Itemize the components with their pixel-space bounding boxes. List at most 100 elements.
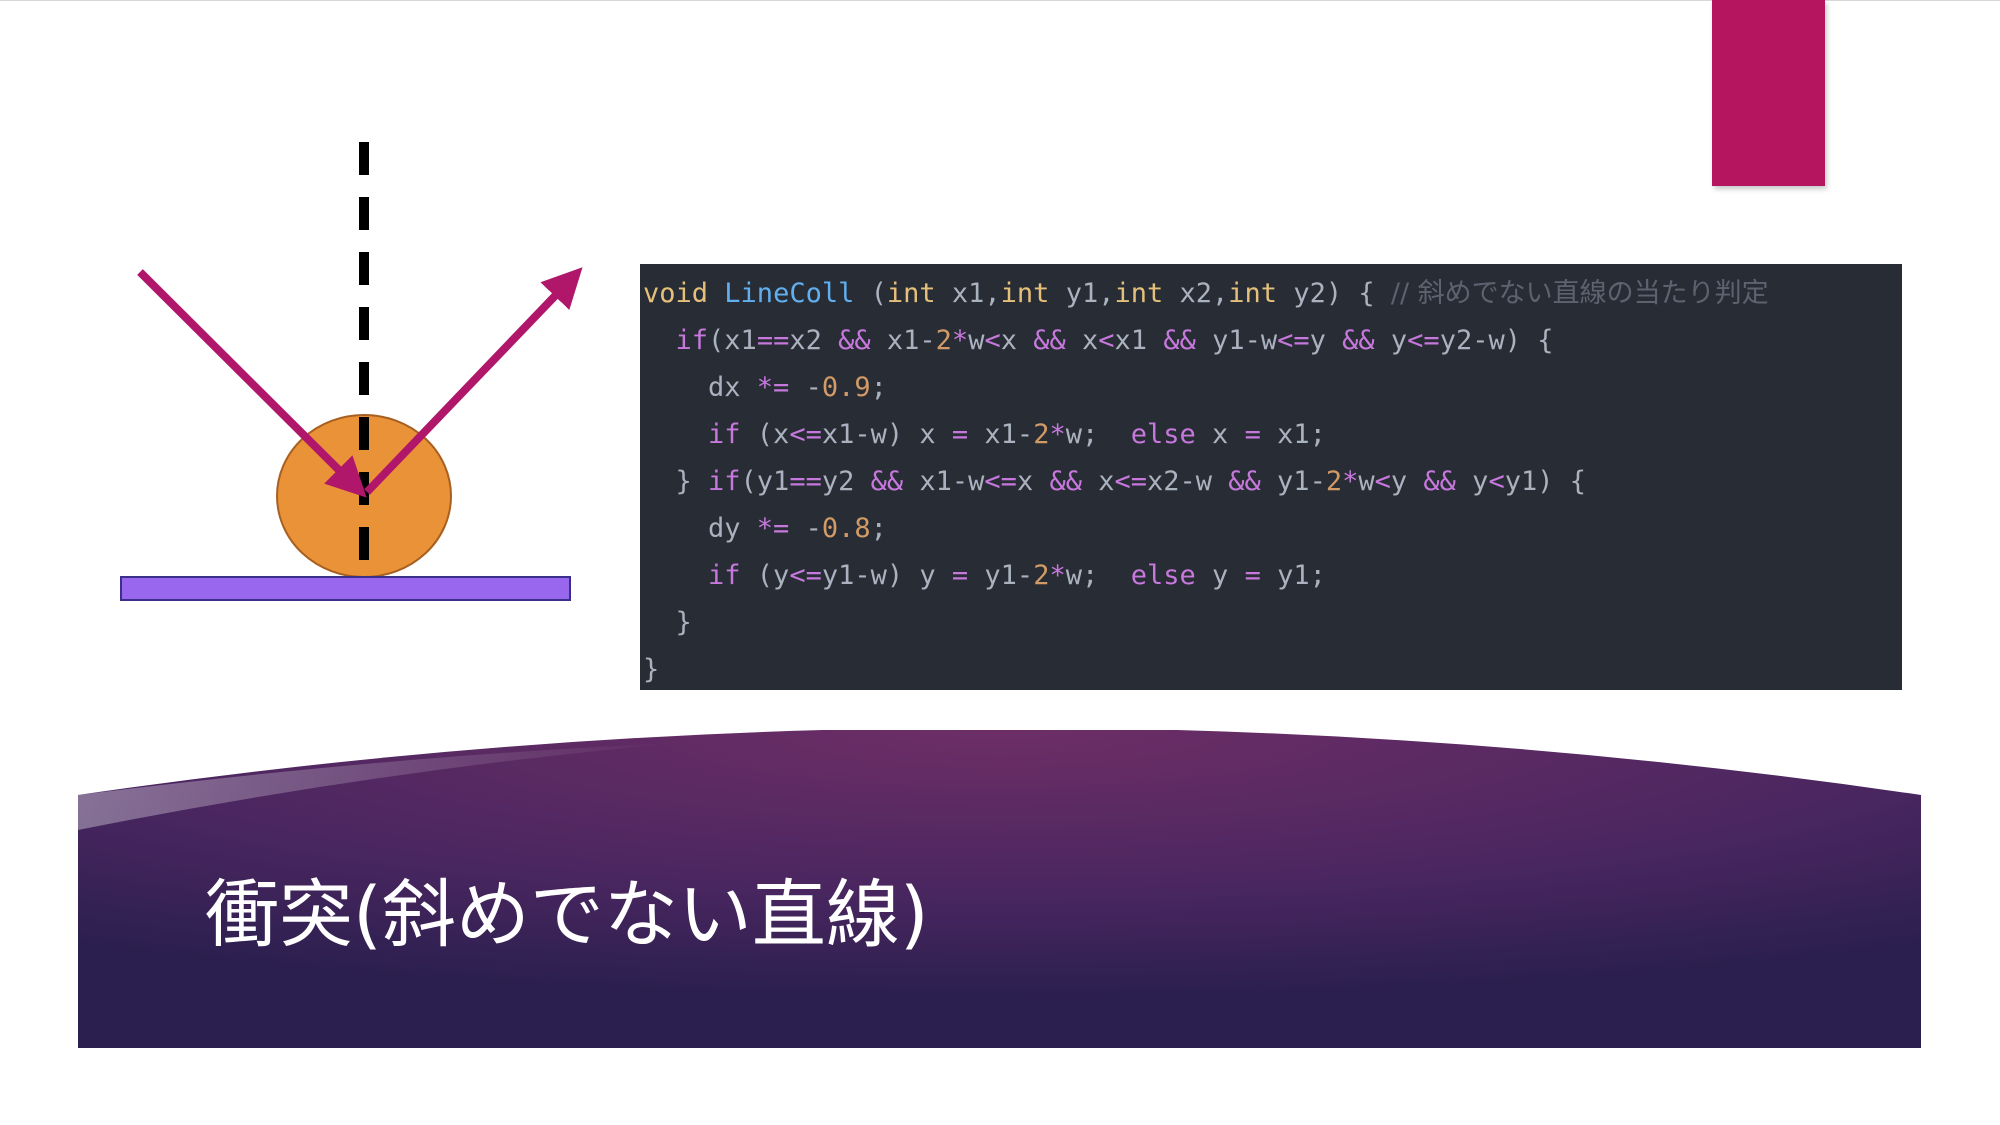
code-line: if (y<=y1-w) y = y1-2*w; else y = y1; <box>640 552 1902 599</box>
code-token: * <box>1049 560 1066 591</box>
code-token: 2 <box>1033 419 1050 450</box>
code-token: = <box>1244 560 1261 591</box>
code-token: <= <box>789 560 822 591</box>
code-token: w; <box>1065 560 1131 591</box>
code-token: w; <box>1065 419 1131 450</box>
code-token: = <box>1244 419 1261 450</box>
code-token: - <box>789 513 822 544</box>
code-token: == <box>756 325 790 356</box>
code-token: < <box>1098 325 1115 356</box>
code-token: y1) { <box>1504 466 1586 497</box>
code-token: 0.8 <box>821 513 871 544</box>
code-token: LineColl <box>724 278 855 309</box>
code-line: dy *= -0.8; <box>640 505 1902 552</box>
code-token: <= <box>984 466 1017 497</box>
code-token: } <box>643 654 660 685</box>
code-token: <= <box>789 419 822 450</box>
code-token: y1-w) y <box>821 560 952 591</box>
code-token: y <box>1195 560 1245 591</box>
code-token: int <box>1228 278 1278 309</box>
code-token: 0.9 <box>821 372 871 403</box>
code-token: - <box>789 372 822 403</box>
code-token: ; <box>870 372 887 403</box>
code-token: else <box>1130 419 1196 450</box>
code-token: && <box>1049 466 1082 497</box>
code-token: x1, <box>935 278 1001 309</box>
code-token: < <box>984 325 1001 356</box>
code-token: y2-w) { <box>1439 325 1554 356</box>
code-token: = <box>951 419 969 450</box>
code-token: 2 <box>1325 466 1343 497</box>
code-token: <= <box>1277 325 1310 356</box>
title-banner: 衝突(斜めでない直線) <box>78 730 1921 1048</box>
code-token: dx <box>643 372 757 403</box>
code-token: && <box>838 325 871 356</box>
code-line: dx *= -0.9; <box>640 364 1902 411</box>
code-token: (y1 <box>740 466 790 497</box>
code-token: x <box>1000 325 1034 356</box>
code-token: && <box>1423 466 1456 497</box>
code-token: && <box>870 466 904 497</box>
code-token: x <box>1195 419 1245 450</box>
code-token: y1-w <box>1195 325 1278 356</box>
accent-bar <box>1712 0 1825 186</box>
code-token: x1-w) x <box>821 419 952 450</box>
code-line: if (x<=x1-w) x = x1-2*w; else x = x1; <box>640 411 1902 458</box>
code-token: y2 <box>821 466 871 497</box>
code-token: && <box>1033 325 1066 356</box>
code-token: } <box>643 607 692 638</box>
incident-arrow <box>137 269 367 498</box>
code-token: if <box>708 466 741 497</box>
code-token: && <box>1342 325 1375 356</box>
code-token: y <box>1390 466 1424 497</box>
code-token: x1; <box>1260 419 1326 450</box>
code-token: y1- <box>968 560 1034 591</box>
code-token: x <box>1065 325 1099 356</box>
surface-line <box>120 576 571 601</box>
code-token: < <box>1488 466 1505 497</box>
code-token: (x1 <box>708 325 757 356</box>
code-token: ( <box>854 278 887 309</box>
code-token: y <box>1374 325 1408 356</box>
code-token: if <box>708 419 741 450</box>
code-line: } <box>640 599 1902 646</box>
code-token: && <box>1228 466 1261 497</box>
code-token: <= <box>1407 325 1440 356</box>
code-token: && <box>1163 325 1196 356</box>
code-token: 2 <box>935 325 952 356</box>
code-token: (y <box>740 560 790 591</box>
code-token: else <box>1130 560 1196 591</box>
code-token: y1, <box>1049 278 1115 309</box>
code-token: x <box>1016 466 1050 497</box>
code-token: *= <box>756 513 790 544</box>
code-token: <= <box>1114 466 1147 497</box>
code-token: dy <box>643 513 757 544</box>
code-token: x2, <box>1163 278 1229 309</box>
code-token: 2 <box>1033 560 1050 591</box>
code-panel: void LineColl (int x1,int y1,int x2,int … <box>640 264 1902 690</box>
code-token: (x <box>740 419 790 450</box>
code-token: int <box>1114 278 1164 309</box>
code-token: = <box>951 560 969 591</box>
code-token: x2 <box>789 325 839 356</box>
code-token: w <box>1358 466 1375 497</box>
code-line: } <box>640 646 1902 690</box>
code-token: if <box>708 560 741 591</box>
code-token: y <box>1309 325 1343 356</box>
code-token: x1-w <box>903 466 985 497</box>
code-token: } <box>643 466 709 497</box>
code-token: ; <box>870 513 887 544</box>
code-token: * <box>1049 419 1066 450</box>
reflected-arrow <box>364 267 583 495</box>
code-token: x1- <box>968 419 1034 450</box>
code-token: x1- <box>870 325 936 356</box>
code-token: x <box>1081 466 1115 497</box>
code-token: y1- <box>1260 466 1326 497</box>
code-token: // 斜めでない直線の当たり判定 <box>1390 278 1769 309</box>
code-token: if <box>675 325 709 356</box>
code-token: x2-w <box>1147 466 1229 497</box>
code-token: int <box>1000 278 1050 309</box>
